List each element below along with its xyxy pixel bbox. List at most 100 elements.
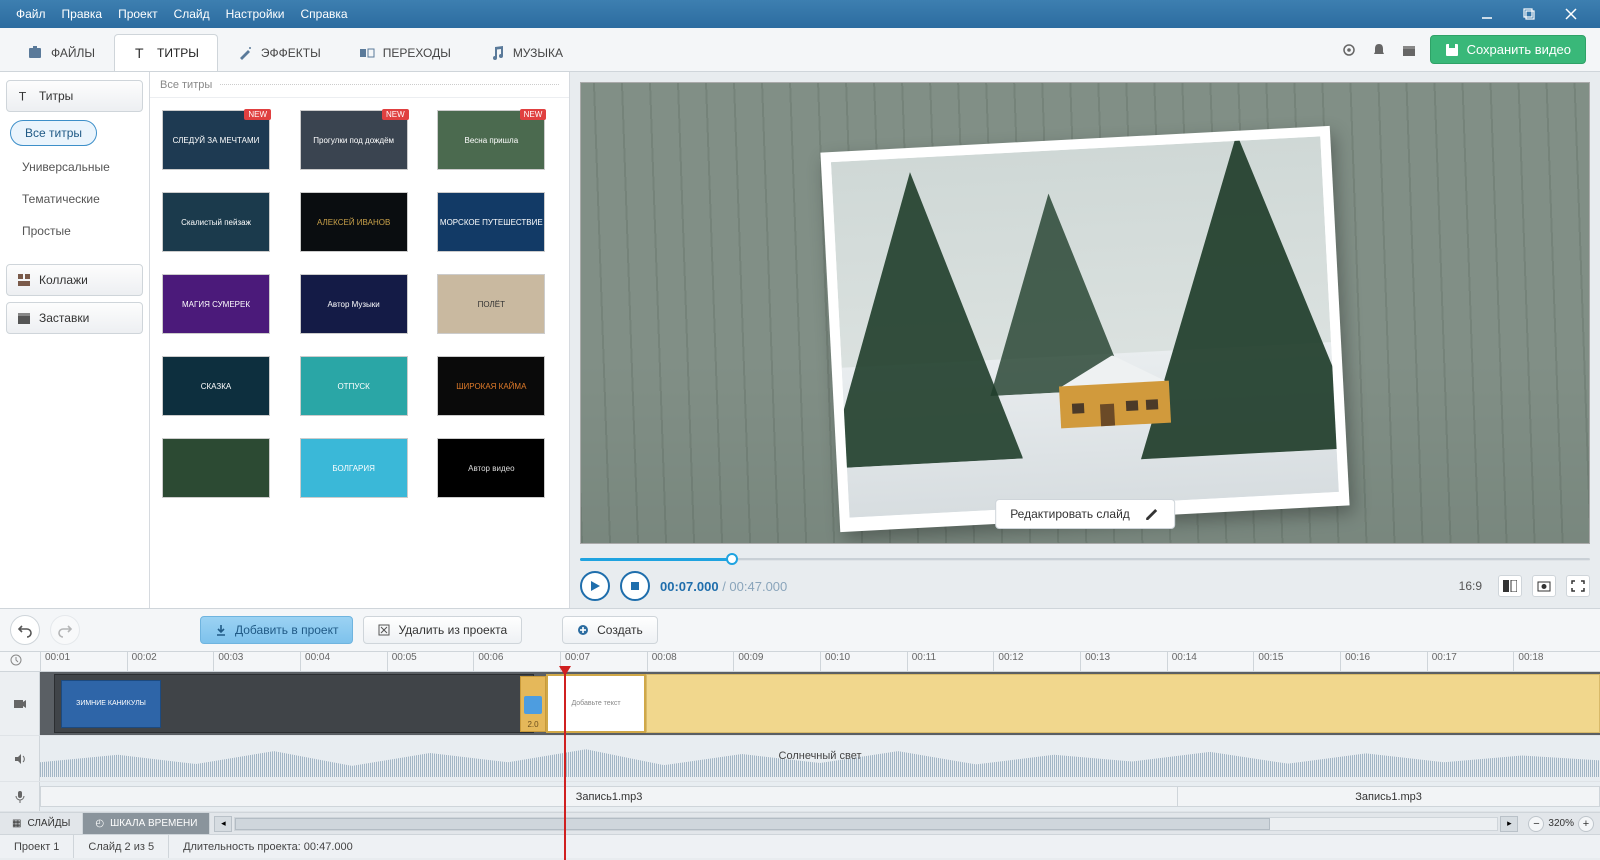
gallery-thumb[interactable]: Скалистый пейзаж <box>162 192 270 252</box>
timeline-ruler[interactable]: 00:0100:0200:0300:0400:0500:0600:0700:08… <box>0 652 1600 672</box>
main: T Титры Все титры Универсальные Тематиче… <box>0 72 1600 608</box>
aspect-ratio[interactable]: 16:9 <box>1459 579 1482 593</box>
gallery-thumb[interactable]: СЛЕДУЙ ЗА МЕЧТАМИNEW <box>162 110 270 170</box>
video-track-head[interactable] <box>0 672 40 735</box>
maximize-icon[interactable] <box>1508 0 1550 28</box>
edit-slide-label: Редактировать слайд <box>1010 507 1130 521</box>
progress-knob[interactable] <box>726 553 738 565</box>
snapshot-icon[interactable] <box>1532 575 1556 597</box>
gift-icon[interactable] <box>1394 28 1424 71</box>
gallery-thumb[interactable]: БОЛГАРИЯ <box>300 438 408 498</box>
zoom-out-button[interactable]: − <box>1528 816 1544 832</box>
mic-track-head[interactable] <box>0 782 40 811</box>
stop-button[interactable] <box>620 571 650 601</box>
gallery-thumb[interactable]: ПОЛЁТ <box>437 274 545 334</box>
category-universal[interactable]: Универсальные <box>6 154 143 180</box>
ruler-tick: 00:02 <box>127 652 214 671</box>
add-to-project-label: Добавить в проект <box>235 623 338 637</box>
ruler-tick: 00:07 <box>560 652 647 671</box>
category-simple[interactable]: Простые <box>6 218 143 244</box>
category-thematic[interactable]: Тематические <box>6 186 143 212</box>
edit-slide-button[interactable]: Редактировать слайд <box>995 499 1175 529</box>
gallery-thumb[interactable]: Весна пришлаNEW <box>437 110 545 170</box>
sidebar-btn-collages[interactable]: Коллажи <box>6 264 143 296</box>
settings-gear-icon[interactable] <box>1334 28 1364 71</box>
horizontal-scrollbar[interactable]: ◂ ▸ <box>210 813 1522 834</box>
gallery-header: Все титры <box>150 72 569 98</box>
gallery-thumb[interactable]: Автор Музыки <box>300 274 408 334</box>
gallery-thumb[interactable]: МОРСКОЕ ПУТЕШЕСТВИЕ <box>437 192 545 252</box>
statusbar: Проект 1 Слайд 2 из 5 Длительность проек… <box>0 834 1600 858</box>
zoom-in-button[interactable]: + <box>1578 816 1594 832</box>
scroll-right-icon[interactable]: ▸ <box>1500 816 1518 832</box>
remove-icon <box>378 624 390 636</box>
tab-music[interactable]: МУЗЫКА <box>470 34 582 71</box>
menu-slide[interactable]: Слайд <box>166 4 218 24</box>
gallery-thumb[interactable] <box>162 438 270 498</box>
close-icon[interactable] <box>1550 0 1592 28</box>
tab-music-label: МУЗЫКА <box>513 46 563 60</box>
ruler-tick: 00:04 <box>300 652 387 671</box>
gallery-thumb[interactable]: Прогулки под дождёмNEW <box>300 110 408 170</box>
clip2-label: Добавьте текст <box>571 700 620 707</box>
sidebar-btn-intros[interactable]: Заставки <box>6 302 143 334</box>
menu-settings[interactable]: Настройки <box>218 4 293 24</box>
menu-help[interactable]: Справка <box>292 4 355 24</box>
scroll-thumb[interactable] <box>235 818 1270 830</box>
gallery-thumb[interactable]: ШИРОКАЯ КАЙМА <box>437 356 545 416</box>
mic-clip-1[interactable]: Запись1.mp3 <box>40 786 1177 807</box>
tab-effects[interactable]: ЭФФЕКТЫ <box>218 34 340 71</box>
save-video-button[interactable]: Сохранить видео <box>1430 35 1586 64</box>
tab-titles[interactable]: T ТИТРЫ <box>114 34 218 71</box>
status-project: Проект 1 <box>0 835 74 858</box>
create-button[interactable]: Создать <box>562 616 658 644</box>
progress-bar[interactable] <box>580 554 1590 564</box>
empty-timeline-area[interactable] <box>646 674 1600 733</box>
add-to-project-button[interactable]: Добавить в проект <box>200 616 353 644</box>
audio-track-head[interactable] <box>0 736 40 781</box>
redo-button[interactable] <box>50 615 80 645</box>
sidebar-collages-label: Коллажи <box>39 273 88 287</box>
collage-icon <box>17 273 31 287</box>
video-clip-1[interactable]: ЗИМНИЕ КАНИКУЛЫ <box>54 674 534 733</box>
video-clip-2[interactable]: Добавьте текст <box>546 674 646 733</box>
fullscreen-icon[interactable] <box>1566 575 1590 597</box>
menu-file[interactable]: Файл <box>8 4 54 24</box>
transition-marker[interactable]: 2.0 <box>520 676 546 732</box>
minimize-icon[interactable] <box>1466 0 1508 28</box>
gallery-thumb[interactable]: МАГИЯ СУМЕРЕК <box>162 274 270 334</box>
play-button[interactable] <box>580 571 610 601</box>
ruler-tick: 00:12 <box>993 652 1080 671</box>
files-icon <box>27 45 43 61</box>
gallery-thumb[interactable]: СКАЗКА <box>162 356 270 416</box>
status-slide: Слайд 2 из 5 <box>74 835 169 858</box>
split-view-icon[interactable] <box>1498 575 1522 597</box>
transition-duration: 2.0 <box>527 720 538 729</box>
gallery-thumb[interactable]: АЛЕКСЕЙ ИВАНОВ <box>300 192 408 252</box>
sidebar: T Титры Все титры Универсальные Тематиче… <box>0 72 150 608</box>
tab-files[interactable]: ФАЙЛЫ <box>8 34 114 71</box>
remove-from-project-button[interactable]: Удалить из проекта <box>363 616 522 644</box>
menu-project[interactable]: Проект <box>110 4 166 24</box>
menu-edit[interactable]: Правка <box>54 4 111 24</box>
tab-transitions[interactable]: ПЕРЕХОДЫ <box>340 34 470 71</box>
tab-slides-label: СЛАЙДЫ <box>27 818 70 829</box>
mic-clip-2[interactable]: Запись1.mp3 <box>1177 786 1600 807</box>
tab-slides-view[interactable]: ▦ СЛАЙДЫ <box>0 813 83 834</box>
tab-timeline-view[interactable]: ◴ ШКАЛА ВРЕМЕНИ <box>83 813 210 834</box>
undo-button[interactable] <box>10 615 40 645</box>
remove-from-project-label: Удалить из проекта <box>398 623 507 637</box>
svg-text:T: T <box>135 45 144 61</box>
chip-all-titles[interactable]: Все титры <box>10 120 97 146</box>
gallery-thumb[interactable]: ОТПУСК <box>300 356 408 416</box>
gallery-thumb[interactable]: Автор видео <box>437 438 545 498</box>
gallery-grid[interactable]: СЛЕДУЙ ЗА МЕЧТАМИNEW Прогулки под дождёмN… <box>150 98 569 608</box>
wand-icon <box>237 45 253 61</box>
sidebar-btn-titles[interactable]: T Титры <box>6 80 143 112</box>
save-video-label: Сохранить видео <box>1467 42 1571 57</box>
scroll-left-icon[interactable]: ◂ <box>214 816 232 832</box>
bell-icon[interactable] <box>1364 28 1394 71</box>
timecode: 00:07.000 / 00:47.000 <box>660 579 787 594</box>
transition-icon <box>524 696 542 714</box>
tab-transitions-label: ПЕРЕХОДЫ <box>383 46 451 60</box>
